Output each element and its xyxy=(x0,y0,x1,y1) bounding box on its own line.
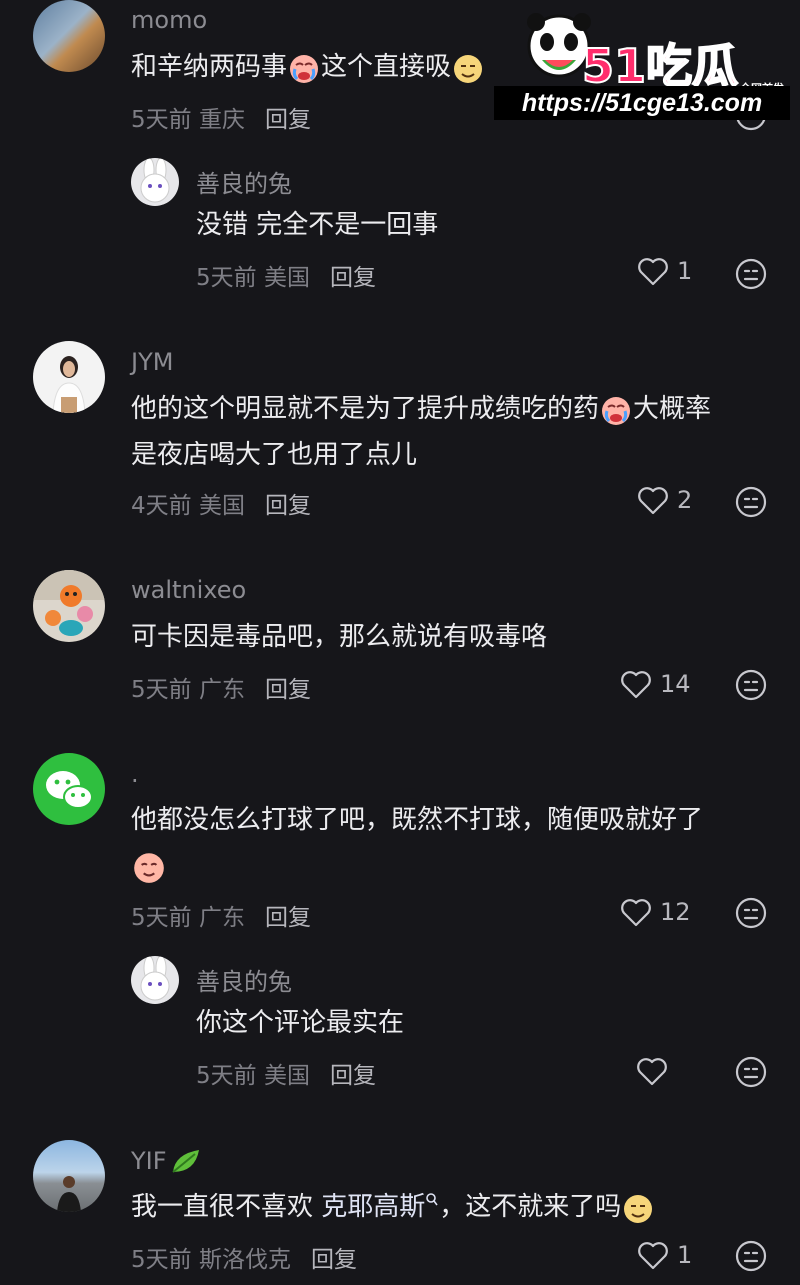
comment-username: YIF xyxy=(131,1146,203,1176)
comment-username[interactable]: JYM xyxy=(131,348,173,376)
avatar[interactable] xyxy=(33,570,105,642)
avatar[interactable] xyxy=(33,0,105,72)
like-count: 12 xyxy=(660,898,691,926)
comment-meta: 5天前 广东 回复 xyxy=(131,905,311,931)
search-icon[interactable] xyxy=(425,1192,439,1208)
toys-avatar-icon xyxy=(33,570,105,636)
rabbit-avatar-icon xyxy=(140,158,170,203)
comment-username[interactable]: . xyxy=(131,760,139,788)
watermark-url: https://51cge13.com xyxy=(494,86,790,120)
wechat-avatar-icon xyxy=(46,771,93,809)
like-button[interactable]: 1 xyxy=(637,1240,692,1270)
reply-button[interactable]: 回复 xyxy=(330,265,376,291)
dislike-face-icon[interactable] xyxy=(734,668,768,702)
comment-text: 和辛纳两码事 这个直接吸 xyxy=(131,44,485,90)
reply-button[interactable]: 回复 xyxy=(265,905,311,931)
comment-username[interactable]: momo xyxy=(131,6,207,34)
reply-button[interactable]: 回复 xyxy=(311,1247,357,1273)
avatar[interactable] xyxy=(33,1140,105,1212)
like-count: 14 xyxy=(660,670,691,698)
comment-meta: 5天前 重庆 回复 xyxy=(131,107,311,133)
dislike-face-icon[interactable] xyxy=(734,257,768,291)
reply-button[interactable]: 回复 xyxy=(265,493,311,519)
comment-text: 他的这个明显就不是为了提升成绩吃的药 大概率 是夜店喝大了也用了点儿 xyxy=(131,394,712,470)
comment-username[interactable]: 善良的兔 xyxy=(196,962,292,997)
reply-button[interactable]: 回复 xyxy=(265,107,311,133)
heart-icon xyxy=(638,1242,668,1270)
heart-icon xyxy=(621,671,651,699)
dislike-face-icon[interactable] xyxy=(734,485,768,519)
like-count: 1 xyxy=(677,1241,693,1269)
smirk-emoji-icon xyxy=(454,54,483,83)
dislike-face-icon[interactable] xyxy=(734,1239,768,1273)
avatar[interactable] xyxy=(131,956,179,1004)
like-button[interactable]: 14 xyxy=(620,669,691,699)
person-avatar-icon xyxy=(52,356,86,413)
dislike-face-icon[interactable] xyxy=(734,896,768,930)
crying-emoji-icon xyxy=(290,54,319,83)
comment-meta: 4天前 美国 回复 xyxy=(131,493,311,519)
comment-text: 他都没怎么打球了吧，既然不打球，随便吸就好了 xyxy=(131,797,703,889)
rabbit-avatar-icon xyxy=(140,956,170,1001)
comment-username[interactable]: 善良的兔 xyxy=(196,164,292,199)
comment-meta: 5天前 斯洛伐克 回复 xyxy=(131,1247,357,1273)
leaf-emoji-icon xyxy=(171,1150,199,1173)
reply-button[interactable]: 回复 xyxy=(265,677,311,703)
comment-username[interactable]: waltnixeo xyxy=(131,576,246,604)
comment-meta: 5天前 美国 回复 xyxy=(196,265,376,291)
heart-icon xyxy=(638,487,668,515)
heart-icon xyxy=(637,1058,667,1086)
like-count: 2 xyxy=(677,486,693,514)
comment-text: 可卡因是毒品吧，那么就说有吸毒咯 xyxy=(131,622,548,652)
avatar[interactable] xyxy=(33,753,105,825)
crying-emoji-icon xyxy=(602,396,631,425)
avatar[interactable] xyxy=(131,158,179,206)
watermark: 51吃瓜 全网首发 https://51cge13.com xyxy=(494,8,794,120)
comment-text: 没错 完全不是一回事 xyxy=(196,210,439,240)
like-button[interactable]: 2 xyxy=(637,485,692,515)
comment-text: 你这个评论最实在 xyxy=(196,1008,405,1038)
comment-meta: 5天前 美国 回复 xyxy=(196,1063,376,1089)
like-button[interactable] xyxy=(636,1056,668,1086)
heart-icon xyxy=(621,899,651,927)
comment-meta: 5天前 广东 回复 xyxy=(131,677,311,703)
beach-avatar-icon xyxy=(57,1176,81,1212)
reply-button[interactable]: 回复 xyxy=(330,1063,376,1089)
peach-emoji-icon xyxy=(134,852,164,883)
dislike-face-icon[interactable] xyxy=(734,1055,768,1089)
comment-text: 我一直很不喜欢 克耶高斯 ，这不就来了吗 xyxy=(131,1184,655,1230)
search-link[interactable]: 克耶高斯 xyxy=(321,1192,425,1222)
smirk-emoji-icon xyxy=(624,1194,653,1223)
avatar[interactable] xyxy=(33,341,105,413)
heart-icon xyxy=(638,258,668,286)
like-button[interactable]: 1 xyxy=(637,256,692,286)
like-button[interactable]: 12 xyxy=(620,897,691,927)
like-count: 1 xyxy=(677,257,693,285)
